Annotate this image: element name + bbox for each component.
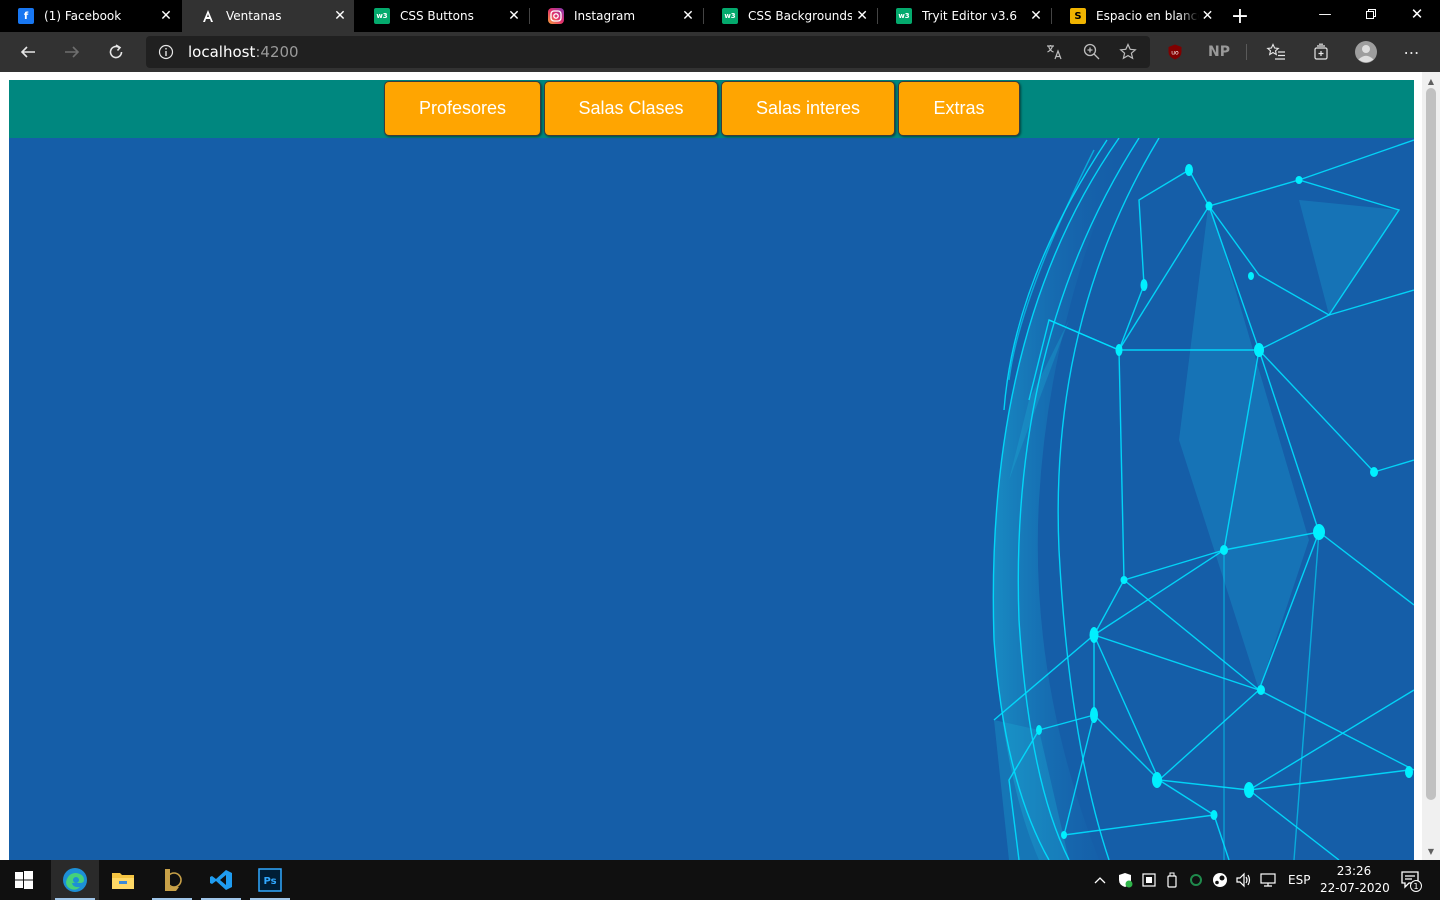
- network-adapter-icon[interactable]: [1139, 870, 1159, 890]
- edge-icon[interactable]: [51, 860, 99, 900]
- close-window-icon[interactable]: ✕: [1394, 0, 1440, 28]
- profile-avatar[interactable]: [1350, 36, 1382, 68]
- notification-count: 1: [1410, 880, 1422, 892]
- refresh-icon[interactable]: [100, 36, 132, 68]
- tab-css-backgrounds[interactable]: w3 CSS Backgrounds ✕: [704, 0, 876, 32]
- input-language[interactable]: ESP: [1288, 873, 1310, 887]
- tab-instagram[interactable]: Instagram ✕: [530, 0, 702, 32]
- close-icon[interactable]: ✕: [504, 6, 524, 26]
- tab-title: Tryit Editor v3.6: [922, 9, 1017, 23]
- svg-text:uo: uo: [1171, 50, 1179, 57]
- close-icon[interactable]: ✕: [1026, 6, 1046, 26]
- tab-strip: f (1) Facebook ✕ Ventanas ✕ w3 CSS Butto…: [0, 0, 1440, 32]
- photoshop-icon[interactable]: Ps: [246, 860, 294, 900]
- angular-icon: [200, 8, 216, 24]
- new-tab-button[interactable]: +: [1228, 4, 1252, 29]
- notification-center-icon[interactable]: 1: [1398, 870, 1424, 892]
- blogger-icon: S: [1070, 8, 1086, 24]
- translate-icon[interactable]: [1044, 42, 1064, 66]
- tab-title: CSS Backgrounds: [748, 9, 853, 23]
- favorites-icon[interactable]: [1260, 36, 1292, 68]
- more-options-icon[interactable]: ⋯: [1396, 36, 1428, 68]
- w3schools-icon: w3: [896, 8, 912, 24]
- url-host: localhost: [188, 43, 256, 61]
- tab-title: (1) Facebook: [44, 9, 122, 23]
- file-explorer-icon[interactable]: [99, 860, 147, 900]
- clock-time[interactable]: 23:26: [1336, 864, 1372, 878]
- tab-title: CSS Buttons: [400, 9, 474, 23]
- w3schools-icon: w3: [722, 8, 738, 24]
- restore-icon[interactable]: [1348, 0, 1394, 28]
- np-extension-icon[interactable]: NP: [1203, 36, 1235, 68]
- favorite-star-icon[interactable]: [1118, 42, 1138, 66]
- close-icon[interactable]: ✕: [678, 6, 698, 26]
- usb-device-icon[interactable]: [1162, 870, 1182, 890]
- salas-interes-button[interactable]: Salas interes: [721, 81, 895, 136]
- extras-button[interactable]: Extras: [898, 81, 1020, 136]
- zoom-icon[interactable]: [1082, 42, 1102, 66]
- app-container: Profesores Salas Clases Salas interes Ex…: [9, 80, 1414, 860]
- page-viewport: Profesores Salas Clases Salas interes Ex…: [0, 72, 1440, 860]
- svg-text:Ps: Ps: [263, 876, 276, 887]
- forward-icon[interactable]: [56, 36, 88, 68]
- status-dot-icon[interactable]: [1186, 870, 1206, 890]
- browser-toolbar: localhost:4200 uo NP ⋯: [0, 32, 1440, 72]
- tab-title: Ventanas: [226, 9, 282, 23]
- ublock-origin-icon[interactable]: uo: [1159, 36, 1191, 68]
- minimize-icon[interactable]: —: [1302, 0, 1348, 28]
- scrollbar-thumb[interactable]: [1426, 88, 1436, 800]
- tab-tryit-editor[interactable]: w3 Tryit Editor v3.6 ✕: [878, 0, 1050, 32]
- close-icon[interactable]: ✕: [156, 6, 176, 26]
- tab-title: Espacio en blanco d: [1096, 9, 1199, 23]
- salas-clases-button[interactable]: Salas Clases: [544, 81, 718, 136]
- collections-icon[interactable]: [1305, 36, 1337, 68]
- tab-css-buttons[interactable]: w3 CSS Buttons ✕: [356, 0, 528, 32]
- close-icon[interactable]: ✕: [330, 6, 350, 26]
- volume-icon[interactable]: [1234, 870, 1254, 890]
- steam-icon[interactable]: [1210, 870, 1230, 890]
- profesores-button[interactable]: Profesores: [384, 81, 541, 136]
- tab-facebook[interactable]: f (1) Facebook ✕: [0, 0, 180, 32]
- defender-shield-icon[interactable]: [1115, 870, 1135, 890]
- instagram-icon: [548, 8, 564, 24]
- info-icon[interactable]: [158, 44, 174, 64]
- clock-date[interactable]: 22-07-2020: [1320, 881, 1390, 895]
- scroll-up-icon[interactable]: ▲: [1422, 74, 1440, 88]
- toolbar-divider: [1246, 44, 1247, 60]
- network-globe-background: [992, 137, 1414, 860]
- vscode-icon[interactable]: [197, 860, 245, 900]
- chevron-up-icon[interactable]: [1090, 870, 1110, 890]
- windows-taskbar: Ps ESP 23:26 22-07-2020 1: [0, 860, 1440, 900]
- w3schools-icon: w3: [374, 8, 390, 24]
- tab-title: Instagram: [574, 9, 636, 23]
- tab-ventanas[interactable]: Ventanas ✕: [182, 0, 354, 32]
- url-port: :4200: [255, 43, 299, 61]
- league-of-legends-icon[interactable]: [148, 860, 196, 900]
- close-icon[interactable]: ✕: [852, 6, 872, 26]
- tab-espacio-en-blanco[interactable]: S Espacio en blanco d ✕: [1052, 0, 1220, 32]
- back-icon[interactable]: [12, 36, 44, 68]
- top-navigation: Profesores Salas Clases Salas interes Ex…: [9, 80, 1414, 138]
- url-text: localhost:4200: [188, 43, 299, 61]
- start-windows-icon[interactable]: [0, 860, 48, 900]
- facebook-icon: f: [18, 8, 34, 24]
- network-icon[interactable]: [1259, 870, 1279, 890]
- scroll-down-icon[interactable]: ▼: [1422, 844, 1440, 858]
- close-icon[interactable]: ✕: [1199, 6, 1216, 26]
- address-bar[interactable]: localhost:4200: [146, 36, 1150, 68]
